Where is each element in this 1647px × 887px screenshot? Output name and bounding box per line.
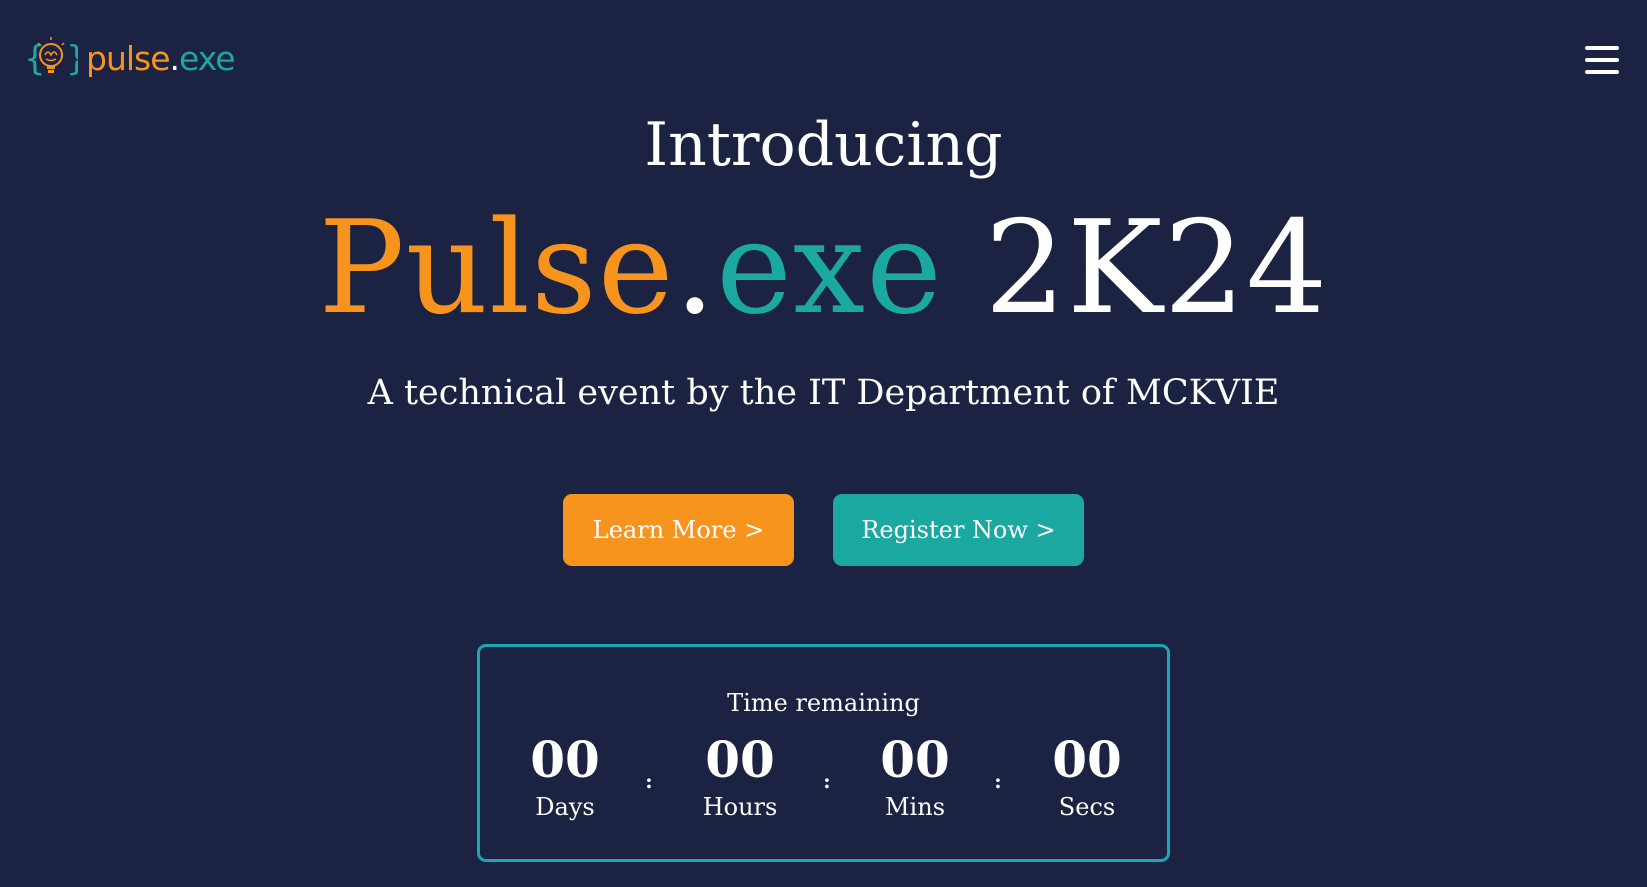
countdown-unit-label: Secs [1058, 793, 1116, 821]
countdown-unit-label: Days [535, 793, 595, 821]
hero-title-pulse: Pulse [318, 194, 675, 343]
logo-text: pulse.exe [86, 38, 236, 78]
logo-text-pulse: pulse [86, 38, 171, 78]
logo-text-exe: exe [179, 38, 236, 78]
logo-text-dot: . [169, 38, 180, 78]
menu-bar [1585, 46, 1619, 50]
hero-title-exe: exe [716, 194, 943, 343]
svg-text:}: } [66, 39, 78, 79]
countdown-timer: Time remaining 00 Days : 00 Hours : 00 M… [477, 644, 1170, 862]
countdown-value: 00 [530, 730, 600, 789]
countdown-unit-label: Mins [884, 793, 946, 821]
countdown-secs: 00 Secs [1027, 730, 1147, 822]
hamburger-menu-icon[interactable] [1585, 44, 1619, 76]
countdown-separator: : [645, 769, 653, 793]
intro-heading: Introducing [644, 110, 1003, 180]
menu-bar [1585, 70, 1619, 74]
register-now-button[interactable]: Register Now > [833, 494, 1084, 566]
countdown-hours: 00 Hours [680, 730, 800, 822]
hero-subtitle: A technical event by the IT Department o… [367, 373, 1280, 413]
countdown-separator: : [823, 769, 831, 793]
countdown-value: 00 [705, 730, 775, 789]
countdown-mins: 00 Mins [855, 730, 975, 822]
site-logo[interactable]: { } pulse.exe [24, 36, 236, 80]
hero-title-year: 2K24 [984, 194, 1329, 343]
learn-more-button[interactable]: Learn More > [563, 494, 794, 566]
countdown-separator: : [994, 769, 1002, 793]
countdown-value: 00 [880, 730, 950, 789]
hero-title: Pulse.exe 2K24 [0, 201, 1647, 336]
page: { } pulse.exe Introducing Pulse.exe 2K24… [0, 0, 1647, 887]
countdown-label: Time remaining [727, 689, 920, 717]
menu-bar [1585, 58, 1619, 62]
hero-title-dot: . [674, 194, 717, 343]
countdown-unit-label: Hours [702, 793, 778, 821]
lightbulb-brain-icon: { } [24, 37, 78, 79]
countdown-days: 00 Days [505, 730, 625, 822]
countdown-value: 00 [1052, 730, 1122, 789]
svg-text:{: { [24, 39, 46, 79]
